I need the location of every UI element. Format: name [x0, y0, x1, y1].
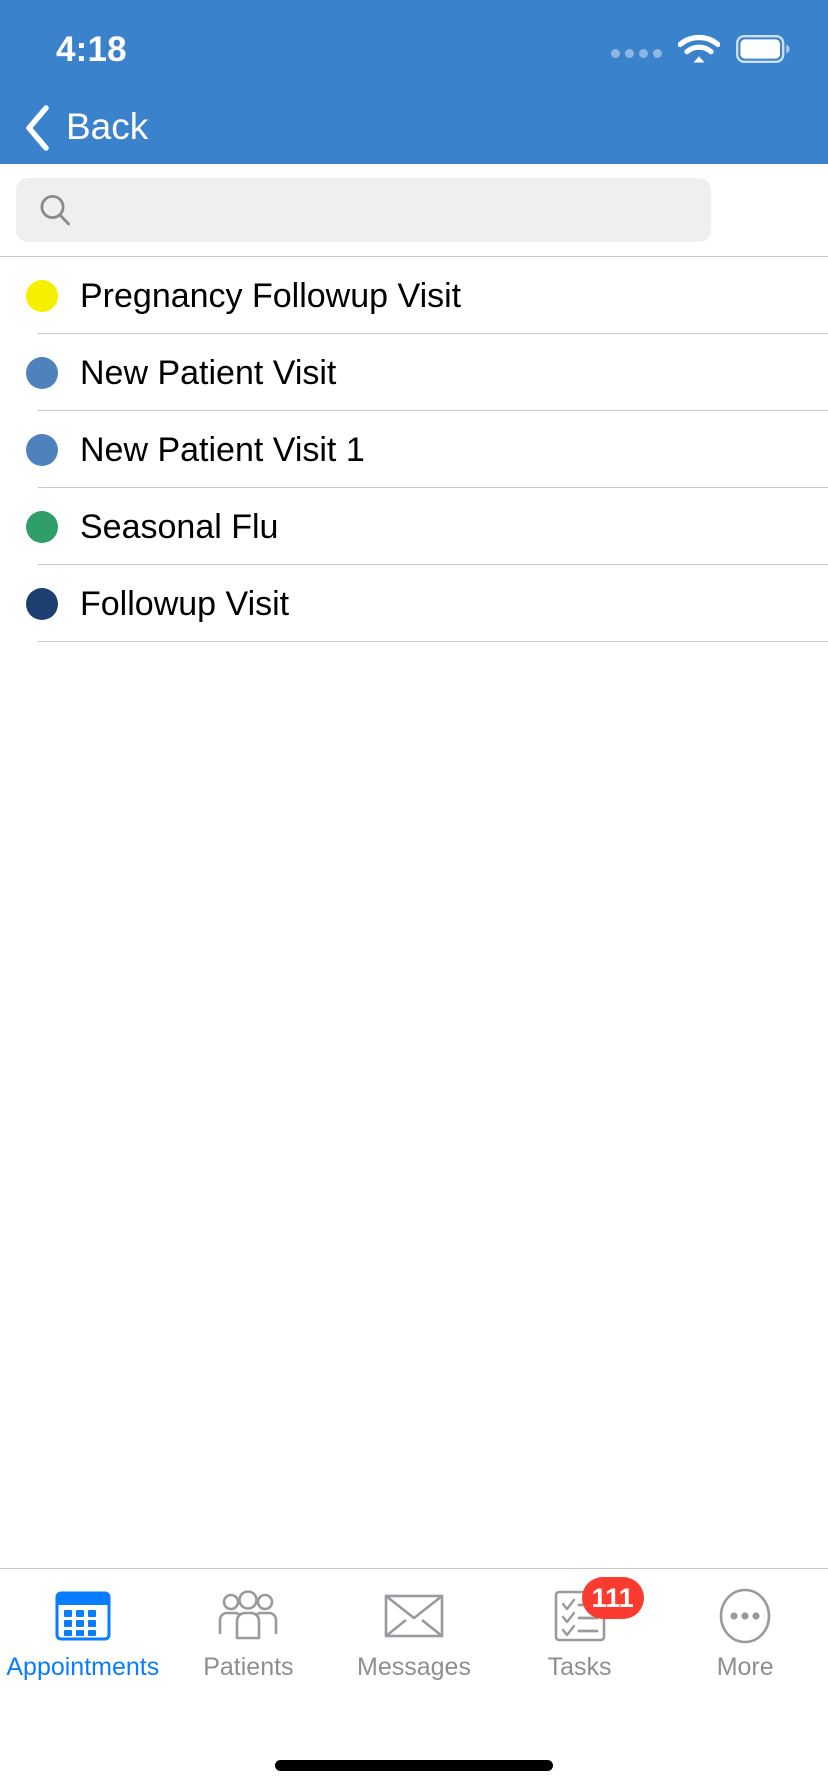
- tab-label: Patients: [203, 1653, 294, 1681]
- envelope-icon: [382, 1587, 446, 1645]
- list-item[interactable]: Pregnancy Followup Visit: [0, 257, 828, 334]
- tab-label: More: [716, 1653, 774, 1681]
- tab-more[interactable]: More: [662, 1587, 828, 1680]
- status-time: 4:18: [56, 29, 127, 69]
- list-item-label: Followup Visit: [80, 584, 290, 623]
- tab-messages[interactable]: Messages: [331, 1587, 497, 1680]
- color-dot: [26, 587, 58, 620]
- tab-patients[interactable]: Patients: [166, 1587, 332, 1680]
- back-label: Back: [66, 106, 149, 147]
- phone-screen: 4:18 Back Pregnancy Followup Visit New P…: [0, 0, 828, 1792]
- list-separator: [38, 641, 828, 642]
- people-icon: [216, 1587, 280, 1645]
- search-input[interactable]: [86, 178, 689, 242]
- tab-label: Appointments: [6, 1653, 160, 1681]
- tab-tasks[interactable]: 111 Tasks: [497, 1577, 663, 1681]
- color-dot: [26, 433, 58, 466]
- wifi-icon: [678, 34, 720, 63]
- home-indicator[interactable]: [275, 1759, 553, 1771]
- checklist-icon: 111: [548, 1577, 644, 1645]
- status-bar: 4:18: [0, 0, 828, 92]
- tab-label: Tasks: [547, 1653, 612, 1681]
- ellipsis-circle-icon: [713, 1587, 777, 1645]
- chevron-left-icon: [26, 105, 49, 151]
- battery-full-icon: [736, 35, 790, 63]
- list-item[interactable]: Seasonal Flu: [0, 488, 828, 565]
- signal-dots-icon: [611, 40, 662, 58]
- tab-label: Messages: [357, 1653, 471, 1681]
- list-item[interactable]: New Patient Visit 1: [0, 411, 828, 488]
- tab-bar: Appointments Patients Messages 111 Tasks…: [0, 1568, 828, 1738]
- nav-bar: Back: [0, 92, 828, 164]
- search-icon: [40, 194, 70, 226]
- list-item[interactable]: New Patient Visit: [0, 334, 828, 411]
- tab-appointments[interactable]: Appointments: [0, 1587, 166, 1680]
- list-item-label: Pregnancy Followup Visit: [80, 276, 462, 315]
- color-dot: [26, 510, 58, 543]
- appointment-type-list: Pregnancy Followup Visit New Patient Vis…: [0, 257, 828, 1568]
- calendar-icon: [51, 1587, 115, 1645]
- list-item-label: New Patient Visit: [80, 353, 337, 392]
- color-dot: [26, 356, 58, 389]
- search-bar-container: [0, 164, 828, 256]
- color-dot: [26, 279, 58, 312]
- list-item[interactable]: Followup Visit: [0, 565, 828, 642]
- list-item-label: New Patient Visit 1: [80, 430, 365, 469]
- tasks-badge: 111: [581, 1577, 644, 1619]
- back-button[interactable]: Back: [22, 104, 148, 152]
- list-item-label: Seasonal Flu: [80, 507, 279, 546]
- status-indicators: [611, 27, 790, 65]
- search-field[interactable]: [16, 178, 711, 242]
- app-header: 4:18 Back: [0, 0, 828, 164]
- home-indicator-area: [0, 1738, 828, 1792]
